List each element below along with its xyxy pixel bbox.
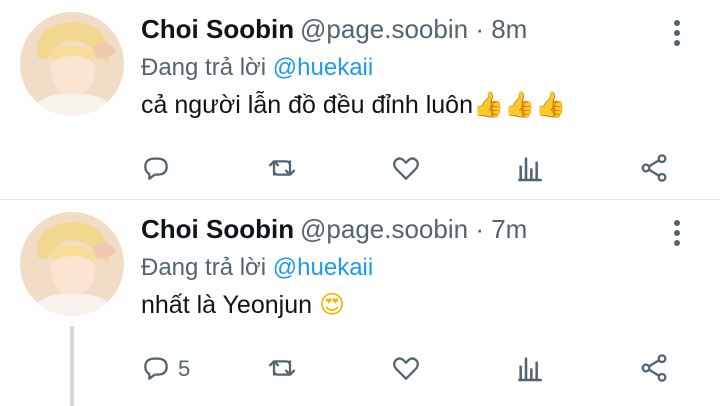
handle[interactable]: @page.soobin	[300, 214, 468, 244]
avatar[interactable]	[20, 212, 124, 316]
replying-to: Đang trả lời @huekaii	[141, 254, 373, 282]
retweet-icon	[268, 360, 296, 376]
analytics-icon	[518, 157, 542, 182]
like-button[interactable]	[386, 148, 426, 188]
tweet-text: cả người lẫn đồ đều đỉnh luôn👍👍👍	[141, 90, 566, 120]
reply-button[interactable]	[136, 148, 176, 188]
tweet-text-body: cả người lẫn đồ đều đỉnh luôn	[141, 91, 473, 119]
handle-and-time[interactable]: @page.soobin · 8m	[300, 14, 527, 45]
reply-icon	[144, 357, 168, 380]
reply-count: 5	[178, 356, 191, 381]
more-options-icon[interactable]	[665, 220, 689, 250]
analytics-button[interactable]	[510, 148, 550, 188]
replying-to-label: Đang trả lời	[141, 254, 267, 281]
like-button[interactable]	[386, 348, 426, 388]
retweet-button[interactable]	[262, 148, 302, 188]
replying-to-label: Đang trả lời	[141, 54, 267, 81]
mention-link[interactable]: @huekaii	[273, 54, 373, 81]
share-button[interactable]	[634, 148, 674, 188]
handle[interactable]: @page.soobin	[300, 14, 468, 44]
action-bar	[0, 148, 720, 188]
share-icon	[641, 154, 667, 182]
tweet-text-body: nhất là Yeonjun	[141, 291, 313, 319]
action-bar: 5	[0, 348, 720, 388]
timestamp[interactable]: · 7m	[475, 214, 527, 244]
retweet-icon	[268, 160, 296, 176]
heart-eyes-emoji: 😍	[318, 290, 346, 319]
display-name[interactable]: Choi Soobin	[141, 214, 294, 245]
handle-and-time[interactable]: @page.soobin · 7m	[300, 214, 527, 245]
share-button[interactable]	[634, 348, 674, 388]
like-icon	[393, 157, 419, 180]
replying-to: Đang trả lời @huekaii	[141, 54, 373, 82]
like-icon	[393, 357, 419, 380]
reply-button[interactable]: 5	[136, 348, 190, 388]
thumbs-up-emoji: 👍👍👍	[472, 90, 567, 119]
timestamp[interactable]: · 8m	[475, 14, 527, 44]
tweet-text: nhất là Yeonjun 😍	[141, 290, 345, 320]
analytics-icon	[518, 357, 542, 382]
tweet-2[interactable]: Choi Soobin @page.soobin · 7m Đang trả l…	[0, 200, 720, 406]
reply-icon	[144, 157, 168, 180]
avatar[interactable]	[20, 12, 124, 116]
share-icon	[641, 354, 667, 382]
retweet-button[interactable]	[262, 348, 302, 388]
more-options-icon[interactable]	[665, 20, 689, 50]
tweet-1[interactable]: Choi Soobin @page.soobin · 8m Đang trả l…	[0, 0, 720, 200]
display-name[interactable]: Choi Soobin	[141, 14, 294, 45]
analytics-button[interactable]	[510, 348, 550, 388]
mention-link[interactable]: @huekaii	[273, 254, 373, 281]
